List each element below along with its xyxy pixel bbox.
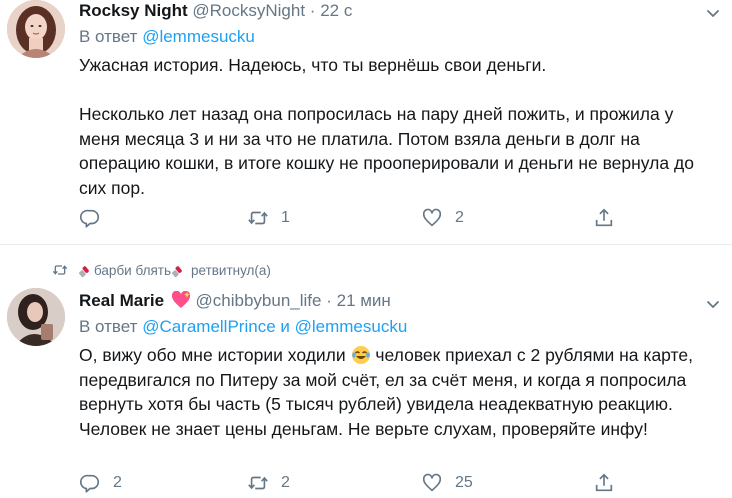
retweet-button[interactable]: 2 <box>247 472 290 494</box>
laughing-emoji <box>351 346 370 364</box>
avatar[interactable] <box>7 288 65 346</box>
user-handle[interactable]: @RocksyNight <box>192 1 305 20</box>
share-icon <box>595 208 613 227</box>
share-button[interactable] <box>593 207 615 229</box>
like-count: 2 <box>455 209 464 226</box>
reply-icon <box>80 474 100 493</box>
like-count: 25 <box>455 474 473 491</box>
like-icon <box>422 208 442 227</box>
tweet-text-part-1: О, вижу обо мне истории ходили <box>79 345 346 365</box>
separator-dot: · <box>326 291 332 310</box>
share-icon <box>595 473 613 492</box>
retweet-count: 1 <box>281 209 290 226</box>
timestamp[interactable]: 22 с <box>320 1 352 20</box>
chevron-down-icon[interactable] <box>705 296 721 312</box>
like-button[interactable]: 2 <box>421 207 464 229</box>
retweet-count: 2 <box>281 474 290 491</box>
mention-link[interactable]: @CaramellPrince <box>142 317 275 336</box>
tweet-text: О, вижу обо мне истории ходили человек п… <box>79 343 719 441</box>
tweet-actions: 2 2 25 <box>79 472 639 498</box>
reply-button[interactable] <box>79 207 101 229</box>
heart-emoji <box>171 291 190 308</box>
tweet-text: Ужасная история. Надеюсь, что ты вернёшь… <box>79 55 694 198</box>
reply-icon <box>80 209 100 228</box>
retweet-icon <box>248 476 268 490</box>
reply-prefix: В ответ <box>79 317 138 336</box>
like-icon <box>422 473 442 492</box>
reply-context: В ответ @CaramellPrince и @lemmesucku <box>79 317 407 337</box>
reply-prefix: В ответ <box>79 27 138 46</box>
retweet-icon <box>248 211 268 225</box>
tweet-real-marie[interactable]: Real Marie @chibbybun_life · 21 мин В от… <box>0 244 732 493</box>
mention-link[interactable]: @lemmesucku <box>295 317 408 336</box>
mention-link[interactable]: @lemmesucku <box>142 27 255 46</box>
reply-and: и <box>280 317 290 336</box>
user-handle[interactable]: @chibbybun_life <box>196 291 322 310</box>
retweet-button[interactable]: 1 <box>247 207 290 229</box>
reply-button[interactable]: 2 <box>79 472 122 494</box>
tweet-rocksy-night[interactable]: Rocksy Night @RocksyNight · 22 с В ответ… <box>0 0 732 244</box>
avatar[interactable] <box>7 0 65 58</box>
reply-count: 2 <box>113 474 122 491</box>
chevron-down-icon[interactable] <box>705 5 721 21</box>
tweet-actions: 1 2 <box>79 207 639 233</box>
tweet-header: Real Marie @chibbybun_life · 21 мин <box>79 291 391 311</box>
display-name[interactable]: Real Marie <box>79 291 164 310</box>
like-button[interactable]: 25 <box>421 472 473 494</box>
share-button[interactable] <box>593 472 615 494</box>
reply-context: В ответ @lemmesucku <box>79 27 255 47</box>
separator-dot: · <box>309 1 316 20</box>
tweet-header: Rocksy Night @RocksyNight · 22 с <box>79 1 352 21</box>
display-name[interactable]: Rocksy Night <box>79 1 188 20</box>
timestamp[interactable]: 21 мин <box>337 291 391 310</box>
